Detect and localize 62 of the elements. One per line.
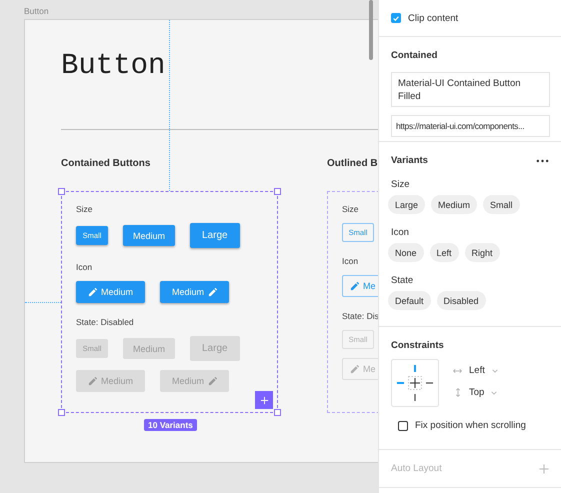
property-value-chip[interactable]: Small: [483, 195, 520, 214]
section-title: Contained: [391, 50, 438, 61]
pencil-icon: [350, 364, 359, 374]
selection-handle[interactable]: [274, 188, 281, 195]
button-text: Large: [202, 343, 228, 354]
property-value-chip[interactable]: Left: [430, 243, 459, 262]
more-icon[interactable]: [536, 158, 549, 162]
button-text: Me: [363, 364, 376, 374]
section-heading: Contained Buttons: [61, 158, 150, 169]
property-label: Size: [391, 179, 410, 190]
scrollbar[interactable]: [369, 0, 373, 60]
property-value-chip[interactable]: Disabled: [436, 291, 486, 310]
checkbox[interactable]: [391, 13, 401, 23]
button-text: Large: [202, 230, 228, 241]
checkbox[interactable]: [398, 420, 408, 430]
property-label: State: [391, 275, 414, 286]
add-icon[interactable]: [539, 464, 549, 474]
selection-handle[interactable]: [58, 409, 65, 416]
group-label: State: Disabled: [76, 317, 135, 327]
group-label: Icon: [76, 262, 94, 272]
button-text: Medium: [100, 376, 133, 386]
property-label: Icon: [391, 227, 410, 238]
group-label: Size: [76, 204, 94, 214]
guide-line: [25, 302, 61, 303]
pencil-icon: [88, 376, 97, 386]
section-title: Auto Layout: [391, 463, 442, 474]
add-variant-button[interactable]: [255, 391, 273, 409]
horizontal-arrows-icon: [453, 368, 462, 374]
link-field[interactable]: https://material-ui.com/components...: [391, 115, 550, 137]
description-field[interactable]: Material-UI Contained Button Filled: [391, 72, 550, 107]
pencil-icon: [208, 376, 217, 386]
button-text: Medium: [172, 376, 204, 386]
property-value-chip[interactable]: Large: [388, 195, 426, 214]
group-label: Icon: [342, 256, 360, 266]
pencil-icon: [350, 282, 359, 290]
property-value-chip[interactable]: Default: [388, 291, 431, 310]
property-value-chip[interactable]: Right: [464, 243, 500, 262]
property-value-chip[interactable]: None: [388, 243, 424, 262]
horizontal-constraint-dropdown[interactable]: Left: [453, 365, 498, 376]
plus-icon: [260, 396, 268, 404]
section-title: Variants: [391, 155, 428, 166]
selection-handle[interactable]: [58, 188, 65, 195]
group-label: Size: [342, 204, 360, 214]
checkbox-label: Fix position when scrolling: [415, 420, 526, 431]
section-heading: Outlined B: [327, 158, 378, 169]
selection-handle[interactable]: [274, 409, 281, 416]
button-text: Medium: [132, 230, 165, 240]
vertical-arrows-icon: [454, 388, 460, 397]
property-value-chip[interactable]: Medium: [431, 195, 478, 214]
section-title: Constraints: [391, 340, 445, 351]
variants-badge: 10 Variants: [144, 419, 197, 431]
button-text: Me: [363, 281, 376, 291]
button-text: Medium: [172, 287, 204, 297]
chevron-down-icon: [491, 390, 498, 394]
pencil-icon: [88, 288, 97, 296]
checkbox-label: Clip content: [408, 12, 458, 24]
pencil-icon: [208, 288, 217, 296]
button-text: Medium: [100, 287, 133, 297]
page-title: Button: [61, 50, 166, 82]
button-text: Medium: [132, 344, 165, 354]
chevron-down-icon: [492, 368, 498, 372]
vertical-constraint-dropdown[interactable]: Top: [453, 387, 498, 398]
